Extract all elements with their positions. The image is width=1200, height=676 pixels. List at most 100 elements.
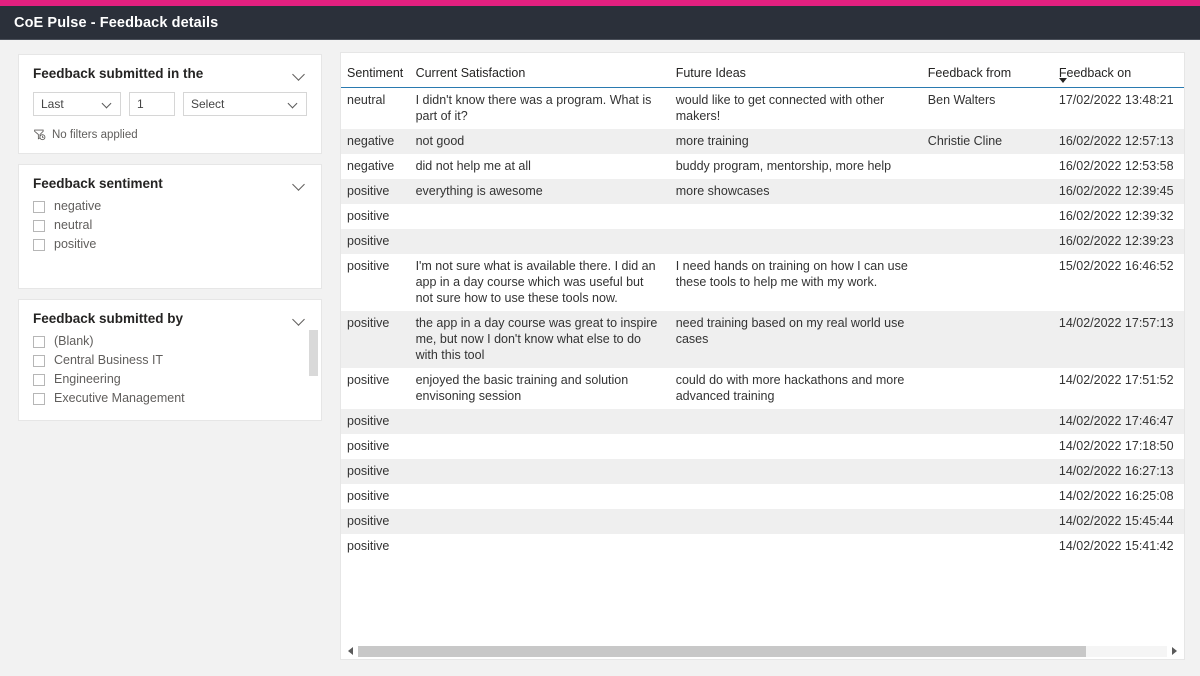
- column-header-current-satisfaction[interactable]: Current Satisfaction: [409, 53, 670, 88]
- cell-from: [922, 534, 1053, 559]
- date-filter-controls: Last 1 Select: [33, 92, 307, 116]
- submitted-by-scrollbar-thumb[interactable]: [309, 330, 318, 376]
- cell-future: more showcases: [669, 179, 922, 204]
- submitted-by-option-executive-management[interactable]: Executive Management: [33, 389, 307, 408]
- table-row[interactable]: positive everything is awesome more showca…: [341, 179, 1184, 204]
- feedback-table-header: Sentiment Current Satisfaction Future Id…: [341, 53, 1184, 88]
- table-row[interactable]: positive I'm not sure what is available t…: [341, 254, 1184, 311]
- checkbox-icon[interactable]: [33, 200, 45, 213]
- cell-future: [669, 509, 922, 534]
- cell-future: more training: [669, 129, 922, 154]
- date-unit-select[interactable]: Select: [183, 92, 307, 116]
- cell-on: 15/02/2022 16:46:52: [1058, 259, 1174, 273]
- checkbox-icon[interactable]: [33, 392, 45, 405]
- cell-future: need training based on my real world use…: [669, 311, 922, 368]
- filter-card-sentiment: Feedback sentiment negative neutral posi…: [18, 164, 322, 289]
- column-header-sentiment[interactable]: Sentiment: [341, 53, 410, 88]
- checkbox-icon[interactable]: [33, 335, 45, 348]
- cell-from: [922, 154, 1053, 179]
- cell-on: 16/02/2022 12:39:45: [1052, 179, 1184, 204]
- cell-sentiment: positive: [341, 459, 410, 484]
- checkbox-icon[interactable]: [33, 219, 45, 232]
- table-row[interactable]: negative not good more training Christie Cl…: [341, 129, 1184, 154]
- filter-card-submitted-by-title: Feedback submitted by: [33, 311, 184, 326]
- cell-on: 14/02/2022 17:18:50: [1058, 439, 1174, 453]
- feedback-table-scroll-area: Sentiment Current Satisfaction Future Id…: [341, 53, 1184, 642]
- date-count-value: 1: [137, 97, 144, 111]
- cell-future: buddy program, mentorship, more help: [675, 159, 892, 173]
- table-row[interactable]: positive 16/02/2022 12:39:23: [341, 229, 1184, 254]
- column-header-feedback-from[interactable]: Feedback from: [921, 53, 1053, 88]
- cell-on: 16/02/2022 12:57:13: [1052, 129, 1184, 154]
- cell-future: [670, 484, 922, 509]
- table-row[interactable]: positive 14/02/2022 17:46:47: [341, 409, 1184, 434]
- submitted-by-option-blank[interactable]: (Blank): [33, 332, 307, 351]
- feedback-table: Sentiment Current Satisfaction Future Id…: [341, 53, 1184, 559]
- workspace: Feedback submitted in the Last 1 Select: [0, 40, 1200, 676]
- cell-sentiment: neutral: [347, 93, 386, 107]
- cell-future: would like to get connected with other m…: [675, 93, 885, 123]
- filter-card-date: Feedback submitted in the Last 1 Select: [18, 54, 322, 154]
- date-count-input[interactable]: 1: [129, 92, 175, 116]
- cell-on: 16/02/2022 12:39:23: [1052, 229, 1184, 254]
- sentiment-option-neutral[interactable]: neutral: [33, 216, 307, 235]
- table-row[interactable]: positive 14/02/2022 17:18:50: [341, 434, 1184, 459]
- sentiment-option-label: negative: [54, 199, 102, 213]
- checkbox-icon[interactable]: [33, 238, 45, 251]
- filter-card-submitted-by-header: Feedback submitted by: [33, 310, 307, 328]
- title-bar: CoE Pulse - Feedback details: [0, 6, 1200, 40]
- cell-current: [409, 459, 670, 484]
- table-row[interactable]: positive 14/02/2022 16:27:13: [341, 459, 1184, 484]
- table-row[interactable]: positive 14/02/2022 15:41:42: [341, 534, 1184, 559]
- feedback-table-card: Sentiment Current Satisfaction Future Id…: [340, 52, 1185, 660]
- column-header-future-ideas[interactable]: Future Ideas: [669, 53, 922, 88]
- table-row[interactable]: positive 16/02/2022 12:39:32: [341, 204, 1184, 229]
- checkbox-icon[interactable]: [33, 373, 45, 386]
- chevron-down-icon[interactable]: [293, 313, 307, 327]
- submitted-by-option-list: (Blank) Central Business IT Engineering …: [33, 332, 307, 408]
- checkbox-icon[interactable]: [33, 354, 45, 367]
- date-relation-value: Last: [41, 97, 64, 111]
- sentiment-option-positive[interactable]: positive: [33, 235, 307, 254]
- table-row[interactable]: positive 14/02/2022 16:25:08: [341, 484, 1184, 509]
- cell-current: [409, 509, 670, 534]
- filter-card-date-title: Feedback submitted in the: [33, 66, 204, 81]
- horizontal-scrollbar[interactable]: [341, 642, 1184, 659]
- sentiment-option-negative[interactable]: negative: [33, 197, 307, 216]
- cell-future: could do with more hackathons and more a…: [675, 373, 905, 403]
- filter-pane: Feedback submitted in the Last 1 Select: [18, 52, 322, 676]
- table-row[interactable]: positive 14/02/2022 15:45:44: [341, 509, 1184, 534]
- sort-descending-icon: [1058, 78, 1067, 83]
- filter-card-date-header: Feedback submitted in the: [33, 65, 307, 83]
- chevron-down-icon[interactable]: [293, 178, 307, 192]
- chevron-left-icon[interactable]: [343, 644, 358, 659]
- cell-current: not good: [409, 129, 670, 154]
- submitted-by-option-label: Executive Management: [54, 391, 185, 405]
- chevron-right-icon[interactable]: [1167, 644, 1182, 659]
- cell-future: [670, 434, 922, 459]
- table-row[interactable]: negative did not help me at all buddy prog…: [341, 154, 1184, 179]
- table-row[interactable]: positive enjoyed the basic training and s…: [341, 368, 1184, 409]
- submitted-by-option-label: Central Business IT: [54, 353, 164, 367]
- filter-clock-icon: [33, 128, 46, 141]
- horizontal-scrollbar-thumb[interactable]: [358, 645, 1087, 657]
- horizontal-scrollbar-track[interactable]: [358, 645, 1167, 657]
- column-header-feedback-on[interactable]: Feedback on: [1052, 53, 1184, 88]
- table-row[interactable]: positive the app in a day course was grea…: [341, 311, 1184, 368]
- cell-current: enjoyed the basic training and solution …: [415, 373, 629, 403]
- filter-card-submitted-by: Feedback submitted by (Blank) Central Bu…: [18, 299, 322, 421]
- table-row[interactable]: neutral I didn't know there was a program…: [341, 88, 1184, 130]
- chevron-down-icon[interactable]: [293, 68, 307, 82]
- cell-current: [409, 409, 670, 434]
- cell-sentiment: positive: [347, 209, 390, 223]
- cell-future: [669, 459, 922, 484]
- submitted-by-option-central-business-it[interactable]: Central Business IT: [33, 351, 307, 370]
- cell-sentiment: positive: [347, 373, 390, 387]
- cell-on: 16/02/2022 12:53:58: [1058, 159, 1174, 173]
- cell-current: the app in a day course was great to ins…: [409, 311, 670, 368]
- cell-on: 14/02/2022 16:25:08: [1058, 489, 1174, 503]
- cell-from: Ben Walters: [927, 93, 996, 107]
- date-relation-select[interactable]: Last: [33, 92, 121, 116]
- chevron-down-icon: [103, 99, 113, 109]
- submitted-by-option-engineering[interactable]: Engineering: [33, 370, 307, 389]
